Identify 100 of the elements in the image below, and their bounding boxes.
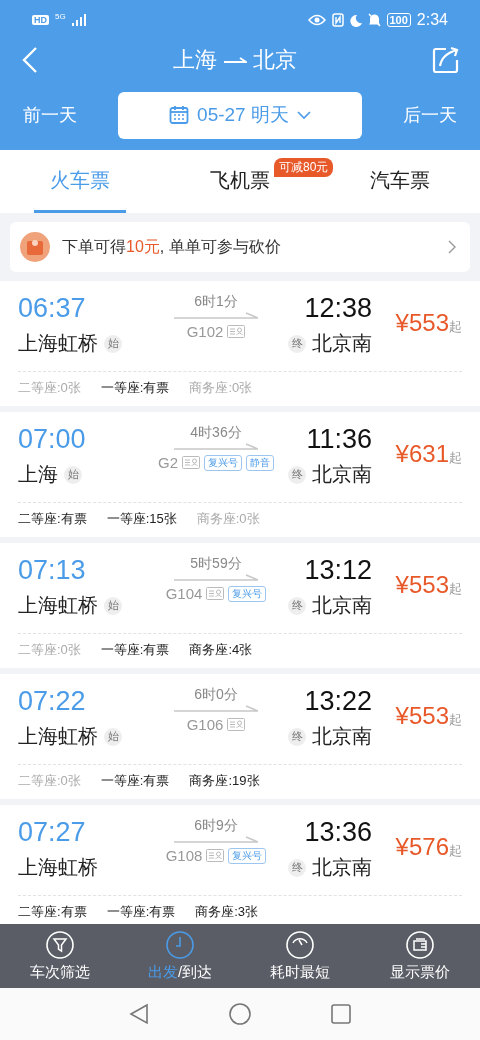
tab[interactable]: 汽车票 bbox=[370, 150, 430, 213]
arrival-station: 北京南 bbox=[312, 593, 372, 618]
departure-time: 07:27 bbox=[18, 817, 87, 848]
discount-badge: 可减80元 bbox=[274, 158, 334, 177]
train-tag: 复兴号 bbox=[204, 454, 242, 471]
train-number: G102 bbox=[186, 323, 224, 340]
toolbar-button[interactable]: 车次筛选 bbox=[0, 924, 120, 988]
terminal-badge: 终 bbox=[288, 465, 306, 484]
share-icon[interactable] bbox=[432, 46, 460, 74]
duration: 6时1分 bbox=[194, 293, 238, 311]
battery-indicator: 100 bbox=[386, 13, 411, 27]
seat-availability: 商务座:4张 bbox=[189, 641, 253, 659]
duration: 6时9分 bbox=[194, 817, 238, 835]
train-card[interactable]: 07:27 上海虹桥 6时9分 G108 复兴号 13:36 终 北京南 ¥576起 二等座:有票 一等座:有票 商务座:3张 bbox=[0, 805, 480, 924]
departure-station: 上海虹桥 bbox=[18, 855, 98, 880]
seat-availability: 二等座:有票 bbox=[18, 903, 87, 921]
arrival-time: 13:36 bbox=[304, 817, 372, 848]
id-card-icon bbox=[182, 456, 200, 469]
price: ¥576 bbox=[395, 833, 449, 861]
arrival-station: 北京南 bbox=[312, 724, 372, 749]
calendar-icon bbox=[169, 105, 190, 125]
id-card-icon bbox=[206, 587, 225, 600]
departure-station: 上海虹桥 bbox=[18, 724, 98, 749]
train-card[interactable]: 06:37 上海虹桥 始 6时1分 G102 12:38 终 北京南 ¥553起 二等座:0张 一等座:有票 商务座:0张 bbox=[0, 281, 480, 406]
toolbar-button[interactable]: 显示票价 bbox=[360, 924, 480, 988]
departure-time: 07:22 bbox=[18, 686, 87, 717]
arrival-time: 13:22 bbox=[304, 686, 372, 717]
arrival-time: 13:12 bbox=[304, 555, 372, 586]
price-suffix: 起 bbox=[449, 712, 462, 729]
train-tag: 复兴号 bbox=[228, 847, 267, 864]
price-suffix: 起 bbox=[449, 843, 462, 860]
price-suffix: 起 bbox=[449, 319, 462, 336]
seat-availability: 二等座:有票 bbox=[18, 510, 87, 528]
price-suffix: 起 bbox=[449, 450, 462, 467]
origin-badge: 始 bbox=[104, 596, 122, 615]
price: ¥553 bbox=[395, 571, 449, 599]
origin-badge: 始 bbox=[104, 727, 122, 746]
arrival-time: 11:36 bbox=[306, 424, 372, 455]
toolbar-button[interactable]: 出发/到达 bbox=[120, 924, 240, 988]
destination-city: 北京 bbox=[253, 46, 297, 74]
gauge-icon bbox=[285, 930, 315, 960]
terminal-badge: 终 bbox=[288, 334, 306, 353]
origin-city: 上海 bbox=[173, 46, 217, 74]
seat-availability: 二等座:0张 bbox=[18, 772, 81, 790]
terminal-badge: 终 bbox=[288, 727, 306, 746]
departure-station: 上海 bbox=[18, 462, 58, 487]
id-card-icon bbox=[227, 718, 246, 731]
train-number: G108 bbox=[165, 847, 203, 864]
arrival-station: 北京南 bbox=[312, 462, 372, 487]
id-card-icon bbox=[206, 849, 225, 862]
duration: 5时59分 bbox=[190, 555, 242, 573]
origin-badge: 始 bbox=[64, 465, 82, 484]
train-number: G2 bbox=[158, 454, 178, 471]
clock-icon bbox=[165, 930, 195, 960]
terminal-badge: 终 bbox=[288, 858, 306, 877]
price-suffix: 起 bbox=[449, 581, 462, 598]
promo-banner[interactable]: 下单可得10元, 单单可参与砍价 bbox=[10, 222, 470, 272]
recents-nav-icon[interactable] bbox=[331, 1004, 351, 1024]
departure-time: 07:13 bbox=[18, 555, 87, 586]
departure-station: 上海虹桥 bbox=[18, 593, 98, 618]
seat-availability: 一等座:有票 bbox=[100, 379, 170, 397]
chevron-right-icon bbox=[448, 240, 456, 254]
price: ¥553 bbox=[395, 702, 449, 730]
promo-text: 下单可得10元, 单单可参与砍价 bbox=[62, 236, 282, 257]
toolbar-button[interactable]: 耗时最短 bbox=[240, 924, 360, 988]
train-card[interactable]: 07:13 上海虹桥 始 5时59分 G104 复兴号 13:12 终 北京南 ¥553起 二等座:0张 一等座:有票 商务座:4张 bbox=[0, 543, 480, 668]
duration: 6时0分 bbox=[194, 686, 238, 704]
departure-time: 07:00 bbox=[18, 424, 87, 455]
train-number: G104 bbox=[165, 585, 203, 602]
seat-availability: 商务座:0张 bbox=[189, 379, 253, 397]
nfc-icon bbox=[331, 13, 344, 27]
train-card[interactable]: 07:22 上海虹桥 始 6时0分 G106 13:22 终 北京南 ¥553起 二等座:0张 一等座:有票 商务座:19张 bbox=[0, 674, 480, 799]
filter-icon bbox=[45, 930, 75, 960]
train-card[interactable]: 07:00 上海 始 4时36分 G2 复兴号 静音 11:36 终 北京南 ¥631起 二等座:有票 一等座:15张 商务座:0张 bbox=[0, 412, 480, 537]
tab[interactable]: 飞机票 bbox=[210, 150, 270, 213]
train-tag: 静音 bbox=[246, 454, 274, 471]
eye-icon bbox=[307, 14, 326, 26]
back-nav-icon[interactable] bbox=[129, 1003, 149, 1025]
departure-time: 06:37 bbox=[18, 293, 87, 324]
seat-availability: 一等座:有票 bbox=[100, 772, 170, 790]
seat-availability: 二等座:0张 bbox=[18, 379, 81, 397]
price: ¥631 bbox=[395, 440, 449, 468]
hd-indicator: HD bbox=[32, 15, 49, 25]
seat-availability: 商务座:0张 bbox=[196, 510, 260, 528]
seat-availability: 一等座:有票 bbox=[106, 903, 176, 921]
signal-icon bbox=[71, 14, 86, 26]
home-nav-icon[interactable] bbox=[229, 1003, 251, 1025]
id-card-icon bbox=[227, 325, 246, 338]
arrival-station: 北京南 bbox=[312, 855, 372, 880]
chevron-down-icon bbox=[296, 110, 311, 120]
mute-bell-icon bbox=[367, 13, 381, 27]
back-icon[interactable] bbox=[22, 46, 38, 74]
terminal-badge: 终 bbox=[288, 596, 306, 615]
moon-icon bbox=[349, 13, 362, 27]
arrival-time: 12:38 bbox=[304, 293, 372, 324]
seat-availability: 商务座:19张 bbox=[189, 772, 260, 790]
arrival-station: 北京南 bbox=[312, 331, 372, 356]
duration: 4时36分 bbox=[190, 424, 242, 442]
train-tag: 复兴号 bbox=[228, 585, 267, 602]
price: ¥553 bbox=[395, 309, 449, 337]
